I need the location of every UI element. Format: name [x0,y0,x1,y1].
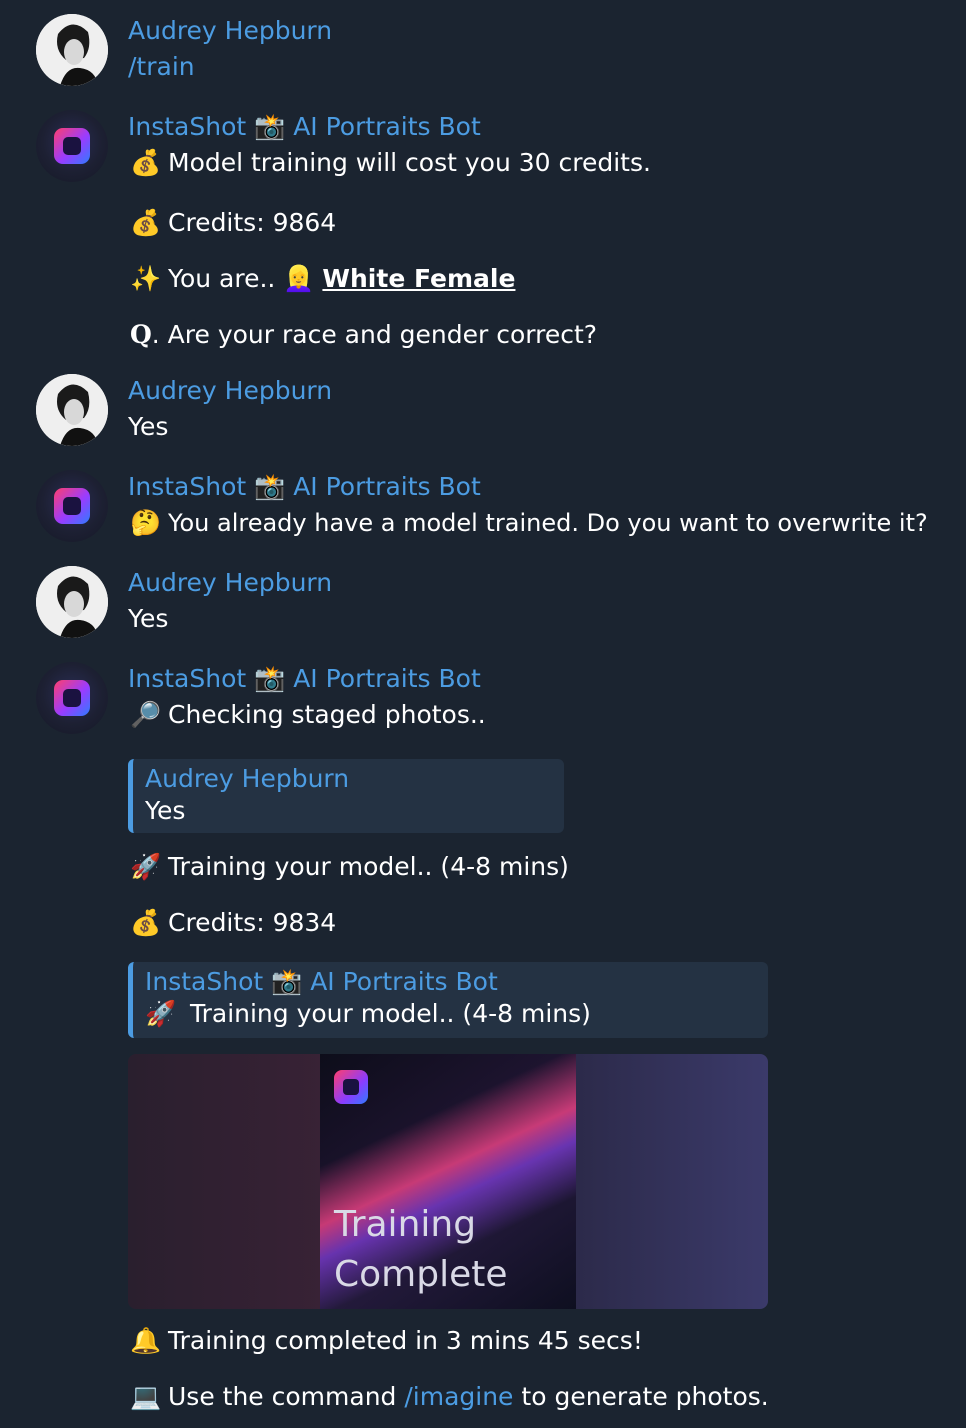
thinking-face-icon: 🤔 [130,508,162,537]
media-title-line1: Training [334,1204,477,1245]
sender-name[interactable]: InstaShot 📸 AI Portraits Bot [128,111,481,143]
message-text: 💰 Credits: 9834 [130,907,336,939]
message-text: 🔔 Training completed in 3 mins 45 secs! [130,1325,643,1357]
question-text: . Are your race and gender correct? [151,320,598,349]
laptop-icon: 💻 [130,1382,162,1411]
checking-text: Checking staged photos.. [168,700,486,729]
message-text: ✨ You are.. 👱‍♀️ White Female [130,263,515,295]
bot-logo-icon [54,128,90,164]
message-text: Yes [128,412,169,441]
avatar-audrey-hepburn[interactable] [36,14,108,86]
quote-sender: Audrey Hepburn [145,764,350,793]
app-logo-icon [334,1070,368,1104]
woman-icon: 👱‍♀️ [283,264,315,293]
credits-text: Credits: 9864 [168,208,337,237]
question-marker: Q [130,320,152,349]
generate-text: to generate photos. [521,1382,769,1411]
sender-name[interactable]: Audrey Hepburn [128,375,332,407]
use-command-text: Use the command [168,1382,397,1411]
bot-logo-icon [54,680,90,716]
sparkles-icon: ✨ [130,264,162,293]
message-text: 💰 Model training will cost you 30 credits… [130,147,651,179]
completed-text: Training completed in 3 mins 45 secs! [168,1326,643,1355]
avatar-audrey-hepburn[interactable] [36,566,108,638]
rocket-icon: 🚀 [145,999,177,1028]
bot-logo-icon [54,488,90,524]
avatar-instashot-bot[interactable] [36,470,108,542]
training-text: Training your model.. (4-8 mins) [168,852,569,881]
avatar-instashot-bot[interactable] [36,662,108,734]
training-complete-image[interactable]: Training Complete [128,1054,768,1309]
quote-text: Yes [145,796,186,825]
rocket-icon: 🚀 [130,852,162,881]
reply-quote[interactable]: InstaShot 📸 AI Portraits Bot 🚀 Training y… [128,962,768,1038]
message-text: 🤔 You already have a model trained. Do yo… [130,507,928,539]
money-bag-icon: 💰 [130,908,162,937]
portrait-image [36,14,108,86]
reply-quote[interactable]: Audrey Hepburn Yes [128,759,564,833]
sender-name[interactable]: InstaShot 📸 AI Portraits Bot [128,663,481,695]
sender-name[interactable]: InstaShot 📸 AI Portraits Bot [128,471,481,503]
bell-icon: 🔔 [130,1326,162,1355]
message-text: Yes [128,604,169,633]
message-text: 💰 Credits: 9864 [130,207,336,239]
portrait-image [36,566,108,638]
avatar-instashot-bot[interactable] [36,110,108,182]
identity-link[interactable]: White Female [322,264,515,293]
media-title-line2: Complete [334,1254,508,1295]
message-text: 🚀 Training your model.. (4-8 mins) [130,851,569,883]
cost-text: Model training will cost you 30 credits. [168,148,651,177]
credits-text: Credits: 9834 [168,908,337,937]
message-text: Q. Are your race and gender correct? [130,319,597,351]
imagine-command-link[interactable]: /imagine [404,1382,513,1411]
message-command[interactable]: /train [128,51,195,83]
magnifier-icon: 🔎 [130,700,162,729]
overwrite-question: You already have a model trained. Do you… [168,509,928,537]
quote-training-text: Training your model.. (4-8 mins) [190,999,591,1028]
message-text: 💻 Use the command /imagine to generate ph… [130,1381,769,1413]
sender-name[interactable]: Audrey Hepburn [128,567,332,599]
money-bag-icon: 💰 [130,148,162,177]
money-bag-icon: 💰 [130,208,162,237]
message-text: 🔎 Checking staged photos.. [130,699,486,731]
you-are-text: You are.. [168,264,276,293]
portrait-image [36,374,108,446]
sender-name[interactable]: Audrey Hepburn [128,15,332,47]
avatar-audrey-hepburn[interactable] [36,374,108,446]
quote-sender: InstaShot 📸 AI Portraits Bot [145,967,498,996]
train-command-link[interactable]: /train [128,52,195,81]
quote-text: 🚀 Training your model.. (4-8 mins) [145,998,768,1030]
